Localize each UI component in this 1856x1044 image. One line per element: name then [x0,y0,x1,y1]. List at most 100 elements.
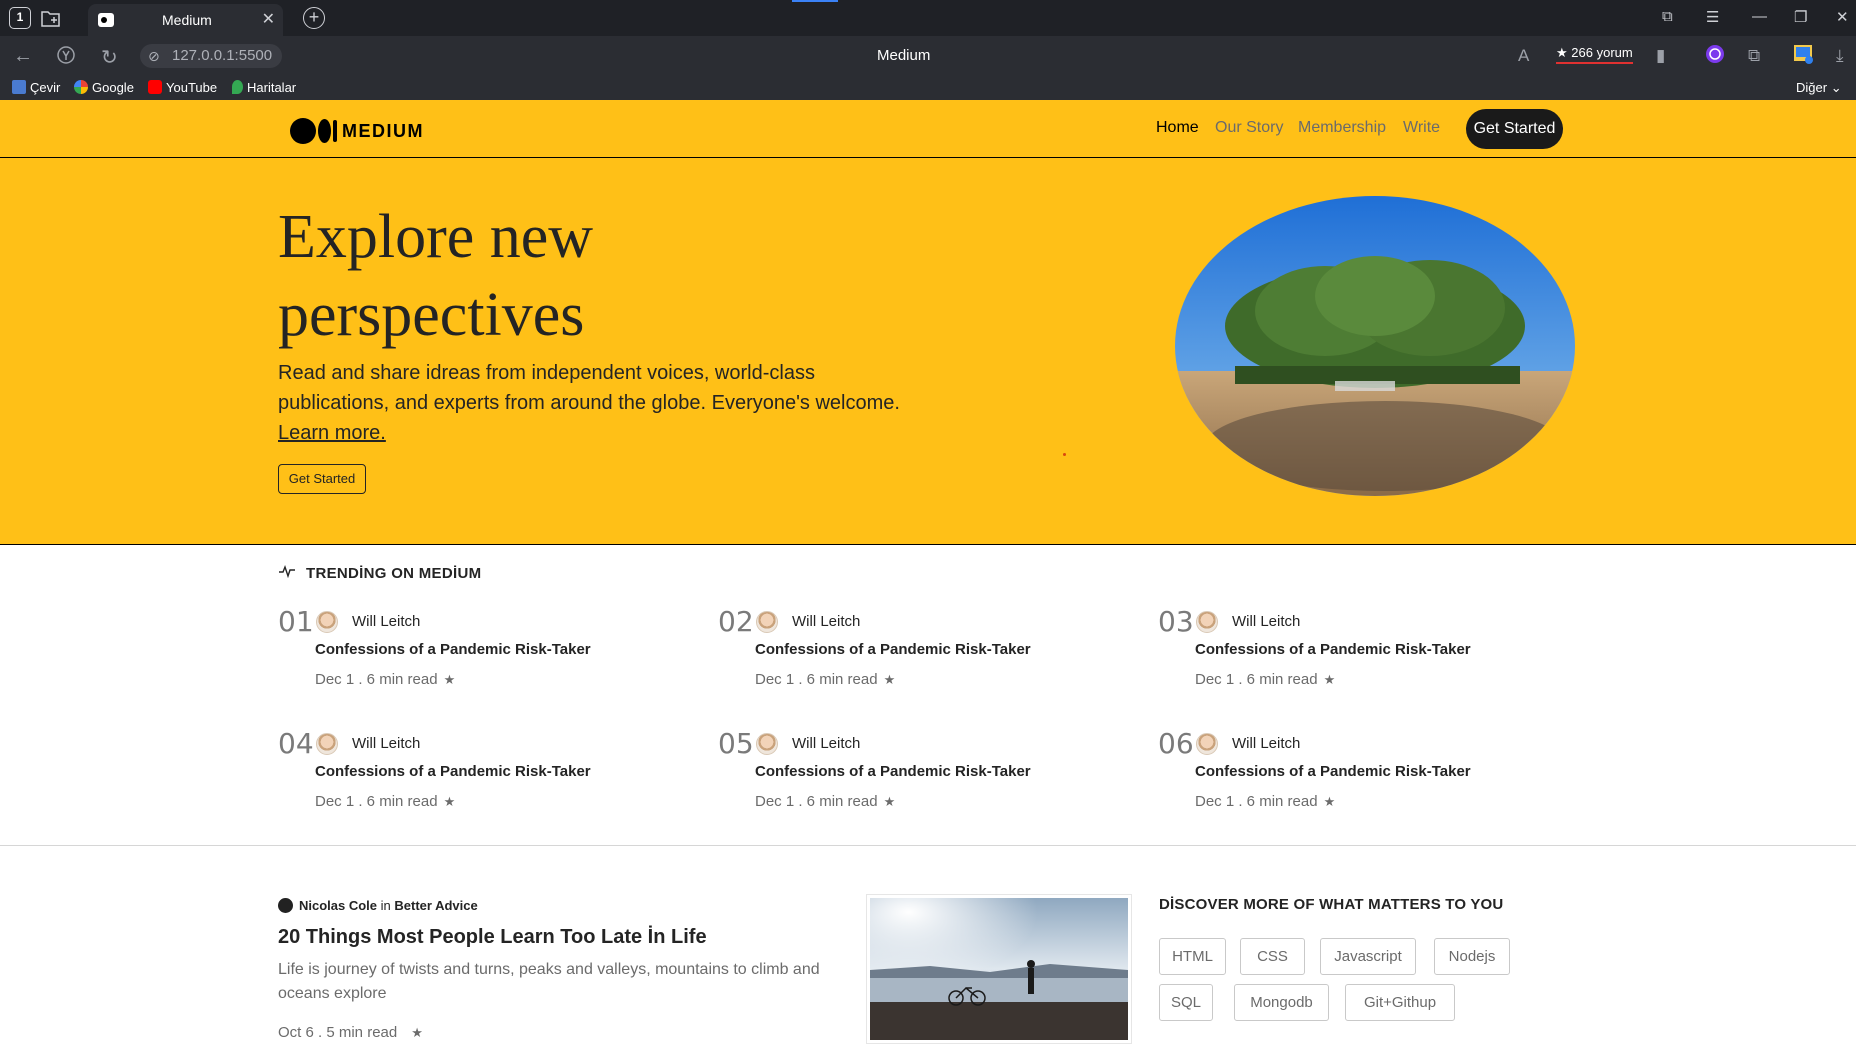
reload-icon[interactable]: ↻ [101,45,118,70]
author-avatar [1196,611,1218,633]
bookmarks-more-label: Diğer [1796,80,1828,95]
extensions-icon[interactable]: ⧉ [1748,46,1760,66]
section-divider [0,845,1856,846]
trending-meta: Dec 1 . 6 min read ★ [315,671,455,688]
nav-our-story[interactable]: Our Story [1215,119,1283,137]
tag-javascript[interactable]: Javascript [1320,938,1416,975]
bookmark-haritalar[interactable]: Haritalar [232,80,296,95]
bookmark-label: Haritalar [247,80,297,95]
medium-page: MEDIUM Home Our Story Membership Write G… [0,100,1856,1044]
google-icon [74,80,88,94]
trending-title[interactable]: Confessions of a Pandemic Risk-Taker [315,641,591,658]
author-avatar [756,611,778,633]
hero-title-line: Explore new [278,203,594,271]
medium-favicon-icon [98,13,114,27]
post-description: Life is journey of twists and turns, pea… [278,961,820,1002]
hero-subtitle: Read and share idreas from independent v… [278,358,918,448]
bookmark-label: YouTube [166,80,218,95]
bookmark-youtube[interactable]: YouTube [148,80,217,95]
trending-title[interactable]: Confessions of a Pandemic Risk-Taker [315,763,591,780]
trending-author[interactable]: Will Leitch [1232,613,1300,630]
restore-icon[interactable]: ❐ [1794,8,1807,26]
post-title[interactable]: 20 Things Most People Learn Too Late İn … [278,926,707,949]
tab-medium[interactable]: Medium ✕ [88,4,283,36]
minimize-icon[interactable]: — [1752,8,1767,25]
site-info-icon[interactable]: ⊘ [148,44,160,68]
trending-heading: TRENDİNG ON MEDİUM [278,564,481,582]
trending-author[interactable]: Will Leitch [1232,735,1300,752]
nav-membership[interactable]: Membership [1298,119,1386,137]
translate-icon[interactable]: A [1518,46,1529,66]
bookmark-icon[interactable]: ▮ [1656,46,1665,66]
site-header: MEDIUM Home Our Story Membership Write G… [0,100,1856,158]
trending-author[interactable]: Will Leitch [792,735,860,752]
tab-menu-icon[interactable]: ☰ [1706,8,1719,26]
trending-item[interactable]: 03 Will Leitch Confessions of a Pandemic… [1158,605,1578,700]
collections-icon[interactable]: ⧉ [1662,8,1673,25]
trending-title[interactable]: Confessions of a Pandemic Risk-Taker [755,763,1031,780]
close-window-icon[interactable]: ✕ [1836,8,1849,26]
yandex-icon[interactable] [56,45,76,71]
reviews-badge[interactable]: ★ 266 yorum [1556,45,1633,64]
trending-item[interactable]: 02 Will Leitch Confessions of a Pandemic… [718,605,1138,700]
trending-icon [278,564,296,582]
maps-icon [232,80,243,94]
hero-section: Explore new perspectives Read and share … [0,158,1856,545]
author-avatar [278,898,293,913]
trending-author[interactable]: Will Leitch [352,613,420,630]
tag-sql[interactable]: SQL [1159,984,1213,1021]
tag-git-github[interactable]: Git+Githup [1345,984,1455,1021]
download-icon[interactable]: ⤓ [1836,46,1844,66]
tag-css[interactable]: CSS [1240,938,1305,975]
bookmark-label: Google [92,80,134,95]
trending-title[interactable]: Confessions of a Pandemic Risk-Taker [1195,641,1471,658]
get-started-button[interactable]: Get Started [1466,109,1563,149]
trending-number: 02 [718,605,754,638]
tag-mongodb[interactable]: Mongodb [1234,984,1329,1021]
logo-mark-icon [290,118,316,144]
nav-write[interactable]: Write [1403,119,1440,137]
reviews-count: 266 yorum [1571,45,1633,60]
nav-home[interactable]: Home [1156,119,1199,137]
trending-item[interactable]: 05 Will Leitch Confessions of a Pandemic… [718,727,1138,822]
post-thumbnail[interactable] [866,894,1132,1044]
workspace-badge[interactable]: 1 [9,7,31,29]
logo-mark-part [333,120,337,142]
trending-heading-text: TRENDİNG ON MEDİUM [306,565,482,582]
hero-tree-image [1175,196,1575,496]
tab-bar: 1 Medium ✕ + ⧉ ☰ — ❐ ✕ [0,0,1856,36]
post-meta: Oct 6 . 5 min read ★ [278,1024,423,1041]
star-icon: ★ [883,672,896,687]
trending-title[interactable]: Confessions of a Pandemic Risk-Taker [1195,763,1471,780]
trending-item[interactable]: 06 Will Leitch Confessions of a Pandemic… [1158,727,1578,822]
learn-more-link[interactable]: Learn more. [278,422,386,444]
trending-author[interactable]: Will Leitch [792,613,860,630]
bookmarks-more[interactable]: Diğer ⌄ [1796,80,1842,96]
logo-text: MEDIUM [342,121,424,141]
trending-author[interactable]: Will Leitch [352,735,420,752]
trending-title[interactable]: Confessions of a Pandemic Risk-Taker [755,641,1031,658]
author-avatar [756,733,778,755]
bookmark-cevir[interactable]: Çevir [12,80,60,95]
bookmark-google[interactable]: Google [74,80,134,95]
hero-get-started-button[interactable]: Get Started [278,464,366,494]
hero-subtitle-text: Read and share idreas from independent v… [278,362,900,414]
new-tab-button[interactable]: + [303,7,325,29]
youtube-icon [148,80,162,94]
tab-groups-icon[interactable] [40,8,62,28]
hero-title: Explore new perspectives [278,198,878,354]
address-row: ← ↻ ⊘ 127.0.0.1:5500 Medium A ★ 266 yoru… [0,36,1856,76]
profile-icon[interactable] [1792,43,1814,70]
post-publication[interactable]: Better Advice [394,898,477,913]
tag-nodejs[interactable]: Nodejs [1434,938,1510,975]
page-title: Medium [877,47,931,64]
bookmark-label: Çevir [30,80,61,95]
tag-html[interactable]: HTML [1159,938,1226,975]
close-tab-icon[interactable]: ✕ [262,9,275,29]
trending-item[interactable]: 04 Will Leitch Confessions of a Pandemic… [278,727,698,822]
vpn-icon[interactable] [1704,43,1726,70]
address-bar[interactable]: ⊘ 127.0.0.1:5500 [140,44,282,68]
back-icon[interactable]: ← [13,45,33,68]
trending-item[interactable]: 01 Will Leitch Confessions of a Pandemic… [278,605,698,700]
post-author[interactable]: Nicolas Cole [299,898,377,913]
